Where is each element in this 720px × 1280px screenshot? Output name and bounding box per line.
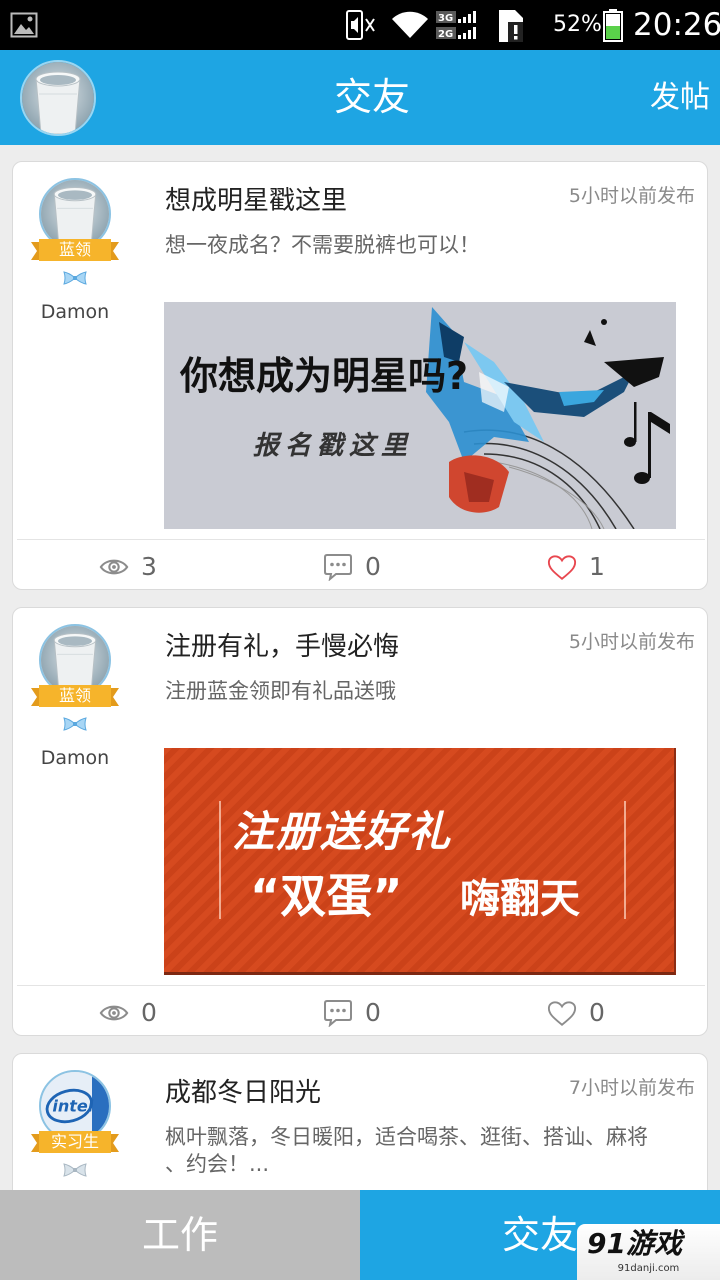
- banner-headline: 你想成为明星吗?: [180, 354, 469, 398]
- clock: 20:26: [633, 7, 720, 43]
- card-divider: [17, 539, 705, 540]
- battery-percent: 52%: [553, 12, 602, 37]
- post-banner-image[interactable]: 你想成为明星吗? 报名戳这里: [164, 302, 676, 529]
- sim-alert-icon: [499, 10, 523, 42]
- tab-work[interactable]: 工作: [0, 1190, 360, 1280]
- eye-icon: [99, 1005, 129, 1021]
- new-post-button[interactable]: 发帖: [644, 50, 716, 145]
- post-summary: 想一夜成名？不需要脱裤也可以！: [165, 233, 480, 257]
- views-stat: 3: [99, 550, 157, 584]
- views-stat: 0: [99, 996, 157, 1030]
- page-title: 交友: [333, 75, 410, 119]
- bowtie-icon: [63, 717, 87, 731]
- post-feed[interactable]: 蓝领 Damon 想成明星戳这里 5小时以前发布 想一夜成名？不需要脱裤也可以！: [0, 145, 720, 1190]
- views-count: 0: [141, 998, 157, 1027]
- gallery-icon: [10, 12, 38, 38]
- post-card[interactable]: 蓝领 Damon 注册有礼，手慢必悔 5小时以前发布 注册蓝金领即有礼品送哦 注…: [12, 607, 708, 1036]
- card-divider: [17, 985, 705, 986]
- likes-count: 0: [589, 998, 605, 1027]
- signal-icon: 3G 2G: [436, 11, 476, 40]
- post-title[interactable]: 成都冬日阳光: [165, 1076, 321, 1110]
- comment-icon: [324, 1000, 352, 1027]
- rank-badge: 蓝领: [31, 684, 119, 708]
- post-time: 7小时以前发布: [568, 1077, 695, 1099]
- intel-logo-text: intel: [52, 1097, 93, 1116]
- rank-badge: 实习生: [31, 1130, 119, 1154]
- like-button[interactable]: 1: [547, 550, 605, 584]
- network-3g-label: 3G: [438, 13, 453, 24]
- banner-rule: [624, 801, 626, 919]
- bowtie-icon: [63, 1163, 87, 1177]
- post-summary: 注册蓝金领即有礼品送哦: [165, 679, 396, 703]
- battery-fill: [606, 26, 620, 39]
- banner-rule: [219, 801, 221, 919]
- author-name[interactable]: Damon: [13, 300, 137, 324]
- watermark: 91游戏 91danji.com: [577, 1224, 720, 1280]
- heart-icon: [547, 554, 577, 580]
- banner-subline: 报名戳这里: [253, 431, 414, 461]
- rank-badge-label: 蓝领: [58, 686, 91, 705]
- battery-icon: [603, 9, 623, 42]
- post-time: 5小时以前发布: [568, 185, 695, 207]
- network-2g-label: 2G: [438, 29, 453, 40]
- app-header: 交友 发帖: [0, 50, 720, 145]
- comment-button[interactable]: 0: [323, 996, 381, 1030]
- comments-count: 0: [365, 998, 381, 1027]
- likes-count: 1: [589, 552, 605, 581]
- user-avatar[interactable]: [20, 60, 96, 136]
- author-name[interactable]: Damon: [13, 746, 137, 770]
- like-button[interactable]: 0: [547, 996, 605, 1030]
- post-time: 5小时以前发布: [568, 631, 695, 653]
- watermark-site: 91danji.com: [617, 1263, 680, 1274]
- bowtie-icon: [63, 271, 87, 285]
- comments-count: 0: [365, 552, 381, 581]
- banner-headline: 注册送好礼: [232, 807, 453, 856]
- banner-tagline: 嗨翻天: [460, 876, 580, 922]
- banner-emphasis: “双蛋”: [250, 869, 403, 923]
- post-title[interactable]: 想成明星戳这里: [165, 184, 347, 218]
- status-bar: 3G 2G 52% 20:26: [0, 0, 720, 50]
- dancer-illustration-icon: [426, 307, 670, 529]
- views-count: 3: [141, 552, 157, 581]
- post-summary: 枫叶飘落，冬日暖阳，适合喝茶、逛街、搭讪、麻将、约会！...: [165, 1125, 648, 1176]
- tab-work-label: 工作: [141, 1213, 218, 1257]
- rank-badge: 蓝领: [31, 238, 119, 262]
- comment-button[interactable]: 0: [323, 550, 381, 584]
- post-banner-image[interactable]: 注册送好礼 “双蛋” 嗨翻天: [164, 748, 676, 975]
- post-title[interactable]: 注册有礼，手慢必悔: [165, 630, 399, 664]
- comment-icon: [324, 554, 352, 581]
- watermark-logo: 91游戏: [587, 1227, 682, 1260]
- heart-icon: [547, 1000, 577, 1026]
- wifi-icon: [392, 11, 428, 39]
- cup-photo-icon: [22, 62, 94, 134]
- post-card[interactable]: intel 实习生 成都冬日阳光 7小时以前发布 枫叶飘落，冬日暖阳，适合喝茶、…: [12, 1053, 708, 1190]
- eye-icon: [99, 559, 129, 575]
- rank-badge-label: 蓝领: [58, 240, 91, 259]
- mute-icon: [346, 10, 375, 40]
- post-card[interactable]: 蓝领 Damon 想成明星戳这里 5小时以前发布 想一夜成名？不需要脱裤也可以！: [12, 161, 708, 590]
- rank-badge-label: 实习生: [50, 1132, 99, 1151]
